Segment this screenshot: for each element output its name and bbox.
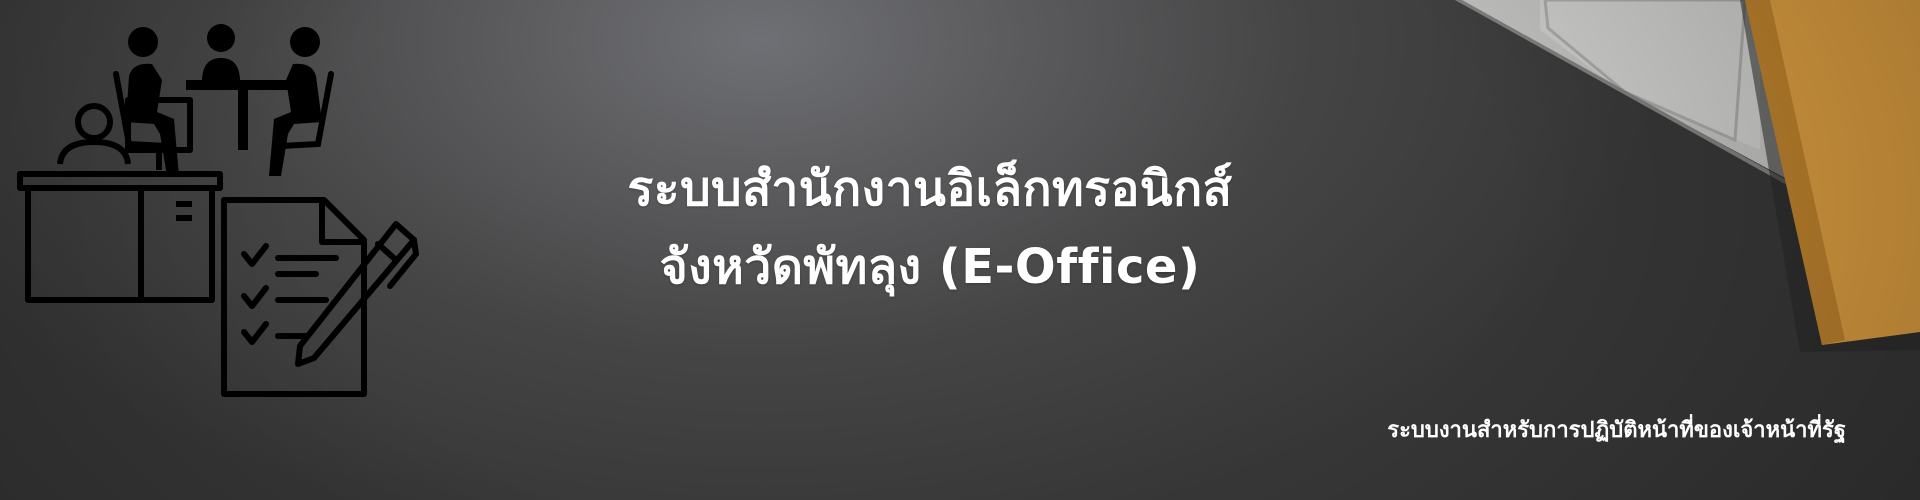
office-illustration <box>17 24 419 397</box>
laptop-panel <box>1540 0 1760 150</box>
page-subtitle-province: จังหวัดพัทลุง (E-Office) <box>659 239 1201 295</box>
page-title: ระบบสำนักงานอิเล็กทรอนิกส์ <box>627 161 1233 217</box>
title-block: ระบบสำนักงานอิเล็กทรอนิกส์ จังหวัดพัทลุง… <box>430 150 1430 306</box>
desk-worker-icon <box>17 97 223 303</box>
header-banner: ระบบสำนักงานอิเล็กทรอนิกส์ จังหวัดพัทลุง… <box>0 0 1920 500</box>
tagline: ระบบงานสำหรับการปฏิบัติหน้าที่ของเจ้าหน้… <box>1387 418 1846 443</box>
checklist-document-icon <box>221 197 367 397</box>
